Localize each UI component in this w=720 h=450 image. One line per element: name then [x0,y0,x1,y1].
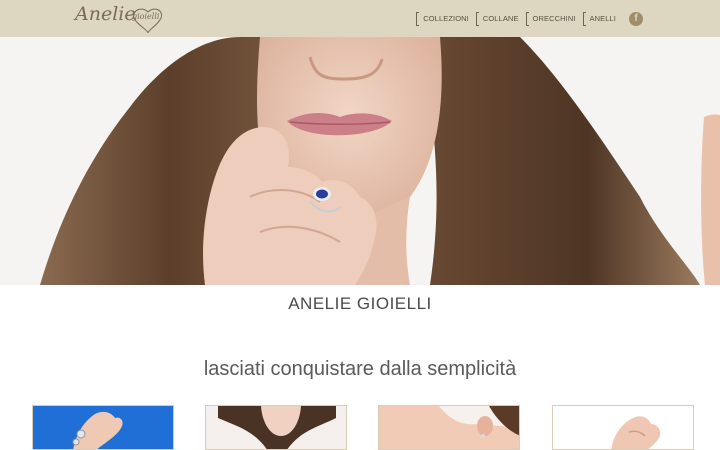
logo-text: Anelie [75,3,136,25]
bracket-decoration [475,11,479,26]
hero-image [0,37,720,285]
thumbnail-necklaces[interactable] [205,405,347,450]
nav-label: COLLEZIONI [423,14,469,23]
bracket-decoration [416,11,420,26]
nav-item-orecchini[interactable]: ORECCHINI [525,11,576,26]
brand-title: ANELIE GIOIELLI [288,294,432,313]
bracket-decoration [582,11,586,26]
thumbnail-rings[interactable] [32,405,174,450]
site-header: Anelie gioielli COLLEZIONI COLLANE ORECC… [0,0,720,37]
main-nav: COLLEZIONI COLLANE ORECCHINI ANELLI f [416,11,720,26]
bracket-decoration [525,11,529,26]
thumbnail-earrings[interactable] [378,405,520,450]
nav-label: ANELLI [589,14,616,23]
nav-label: ORECCHINI [532,14,576,23]
nav-item-collezioni[interactable]: COLLEZIONI [416,11,469,26]
thumbnail-ring-hand[interactable] [552,405,694,450]
facebook-icon[interactable]: f [629,11,643,26]
nav-item-collane[interactable]: COLLANE [475,11,519,26]
tagline: lasciati conquistare dalla semplicità [203,358,517,380]
logo-subtext: gioielli [132,12,160,21]
nav-label: COLLANE [482,14,519,23]
facebook-glyph: f [634,13,638,24]
nav-item-anelli[interactable]: ANELLI [582,11,616,26]
logo[interactable]: Anelie gioielli [72,0,167,37]
